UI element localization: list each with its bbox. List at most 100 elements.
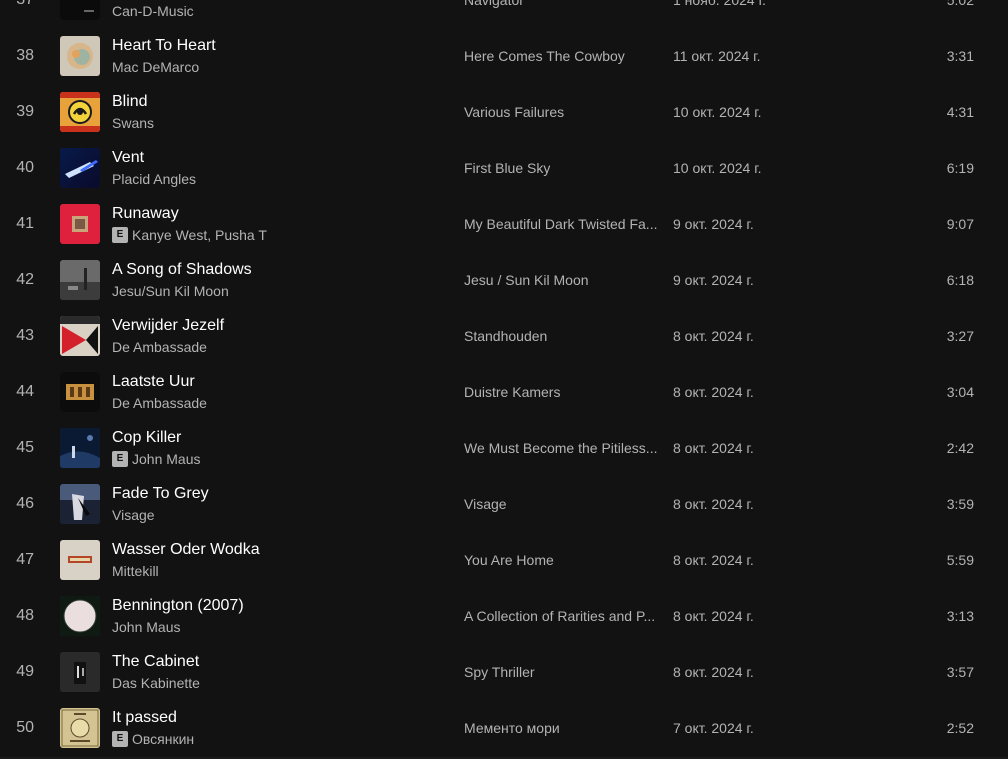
track-number: 47: [16, 551, 34, 568]
track-list: 37 Can-D-Music Navigator 1 нояб. 2024 г.…: [0, 0, 1008, 756]
track-title[interactable]: Wasser Oder Wodka: [112, 541, 260, 559]
track-title[interactable]: Laatste Uur: [112, 373, 195, 391]
track-album[interactable]: Various Failures: [464, 84, 564, 140]
track-album[interactable]: Here Comes The Cowboy: [464, 28, 625, 84]
track-artist[interactable]: Mittekill: [112, 563, 159, 579]
cover-art-jesu-sun-kil-moon: [60, 260, 100, 300]
cover-art-standhouden: [60, 316, 100, 356]
track-duration: 5:02: [946, 0, 974, 8]
track-title[interactable]: It passed: [112, 709, 177, 727]
track-artist[interactable]: Swans: [112, 115, 154, 131]
track-duration: 6:18: [946, 272, 974, 288]
date-added: 8 окт. 2024 г.: [673, 496, 754, 512]
track-row[interactable]: 38 Heart To Heart Mac DeMarco Here Comes…: [0, 28, 1008, 84]
track-artist[interactable]: Das Kabinette: [112, 675, 200, 691]
track-title[interactable]: A Song of Shadows: [112, 261, 252, 279]
track-row[interactable]: 42 A Song of Shadows Jesu/Sun Kil Moon J…: [0, 252, 1008, 308]
cover-art-visage: [60, 484, 100, 524]
track-album[interactable]: You Are Home: [464, 532, 554, 588]
track-number: 40: [16, 159, 34, 176]
date-added: 8 окт. 2024 г.: [673, 552, 754, 568]
track-duration: 3:59: [946, 496, 974, 512]
track-artist-line: Placid Angles: [112, 171, 196, 187]
cover-art-first-blue-sky: [60, 148, 100, 188]
track-title[interactable]: Vent: [112, 149, 144, 167]
track-album[interactable]: Spy Thriller: [464, 644, 535, 700]
track-album[interactable]: Duistre Kamers: [464, 364, 560, 420]
track-title[interactable]: Cop Killer: [112, 429, 181, 447]
track-album[interactable]: Navigator: [464, 0, 524, 28]
track-row[interactable]: 45 Cop Killer E John Maus We Must Become …: [0, 420, 1008, 476]
cover-art-here-comes-the-cowboy: [60, 36, 100, 76]
track-title[interactable]: Heart To Heart: [112, 37, 216, 55]
track-row[interactable]: 48 Bennington (2007) John Maus A Collect…: [0, 588, 1008, 644]
track-album[interactable]: A Collection of Rarities and P...: [464, 588, 655, 644]
date-added: 8 окт. 2024 г.: [673, 608, 754, 624]
cover-art-mbdtf: [60, 204, 100, 244]
track-artist[interactable]: Kanye West, Pusha T: [132, 227, 267, 243]
date-added: 9 окт. 2024 г.: [673, 216, 754, 232]
track-artist[interactable]: Овсянкин: [132, 731, 194, 747]
track-title[interactable]: Fade To Grey: [112, 485, 209, 503]
track-artist-line: E John Maus: [112, 451, 200, 467]
track-row[interactable]: 39 Blind Swans Various Failures 10 окт. …: [0, 84, 1008, 140]
track-row[interactable]: 41 Runaway E Kanye West, Pusha T My Beaut…: [0, 196, 1008, 252]
track-album[interactable]: Мементо мори: [464, 700, 560, 756]
date-added: 8 окт. 2024 г.: [673, 664, 754, 680]
track-artist[interactable]: John Maus: [112, 619, 180, 635]
track-album[interactable]: We Must Become the Pitiless...: [464, 420, 657, 476]
track-album[interactable]: Jesu / Sun Kil Moon: [464, 252, 589, 308]
track-artist-line: De Ambassade: [112, 339, 207, 355]
track-artist[interactable]: De Ambassade: [112, 339, 207, 355]
track-number: 50: [16, 719, 34, 736]
track-title[interactable]: Runaway: [112, 205, 179, 223]
cover-art-collection-of-rarities: [60, 596, 100, 636]
track-duration: 2:52: [946, 720, 974, 736]
date-added: 7 окт. 2024 г.: [673, 720, 754, 736]
track-artist-line: E Kanye West, Pusha T: [112, 227, 267, 243]
track-artist[interactable]: Jesu/Sun Kil Moon: [112, 283, 229, 299]
track-row[interactable]: 47 Wasser Oder Wodka Mittekill You Are H…: [0, 532, 1008, 588]
track-artist[interactable]: De Ambassade: [112, 395, 207, 411]
track-number: 43: [16, 327, 34, 344]
track-number: 39: [16, 103, 34, 120]
track-duration: 3:27: [946, 328, 974, 344]
track-row[interactable]: 50 It passed E Овсянкин Мементо мори 7 ок…: [0, 700, 1008, 756]
track-row[interactable]: 49 The Cabinet Das Kabinette Spy Thrille…: [0, 644, 1008, 700]
track-duration: 6:19: [946, 160, 974, 176]
track-number: 38: [16, 47, 34, 64]
track-artist[interactable]: Placid Angles: [112, 171, 196, 187]
track-album[interactable]: Visage: [464, 476, 507, 532]
track-number: 44: [16, 383, 34, 400]
track-album[interactable]: Standhouden: [464, 308, 547, 364]
track-title[interactable]: The Cabinet: [112, 653, 199, 671]
track-album[interactable]: First Blue Sky: [464, 140, 550, 196]
track-album[interactable]: My Beautiful Dark Twisted Fa...: [464, 196, 657, 252]
date-added: 9 окт. 2024 г.: [673, 272, 754, 288]
track-artist-line: Mac DeMarco: [112, 59, 199, 75]
track-number: 41: [16, 215, 34, 232]
track-artist[interactable]: Mac DeMarco: [112, 59, 199, 75]
date-added: 8 окт. 2024 г.: [673, 440, 754, 456]
track-artist[interactable]: Can-D-Music: [112, 3, 194, 19]
track-title[interactable]: Bennington (2007): [112, 597, 244, 615]
track-row[interactable]: 40 Vent Placid Angles First Blue Sky 10 …: [0, 140, 1008, 196]
track-artist-line: Jesu/Sun Kil Moon: [112, 283, 229, 299]
track-number: 49: [16, 663, 34, 680]
track-artist[interactable]: John Maus: [132, 451, 200, 467]
cover-art-navigator: [60, 0, 100, 20]
track-row[interactable]: 44 Laatste Uur De Ambassade Duistre Kame…: [0, 364, 1008, 420]
track-artist-line: De Ambassade: [112, 395, 207, 411]
track-artist-line: Das Kabinette: [112, 675, 200, 691]
date-added: 1 нояб. 2024 г.: [673, 0, 766, 8]
track-title[interactable]: Blind: [112, 93, 148, 111]
track-row[interactable]: 46 Fade To Grey Visage Visage 8 окт. 202…: [0, 476, 1008, 532]
track-artist-line: Mittekill: [112, 563, 159, 579]
track-artist[interactable]: Visage: [112, 507, 155, 523]
date-added: 8 окт. 2024 г.: [673, 384, 754, 400]
track-row[interactable]: 43 Verwijder Jezelf De Ambassade Standho…: [0, 308, 1008, 364]
track-title[interactable]: Verwijder Jezelf: [112, 317, 224, 335]
track-row[interactable]: 37 Can-D-Music Navigator 1 нояб. 2024 г.…: [0, 0, 1008, 28]
track-artist-line: Swans: [112, 115, 154, 131]
date-added: 11 окт. 2024 г.: [673, 48, 761, 64]
